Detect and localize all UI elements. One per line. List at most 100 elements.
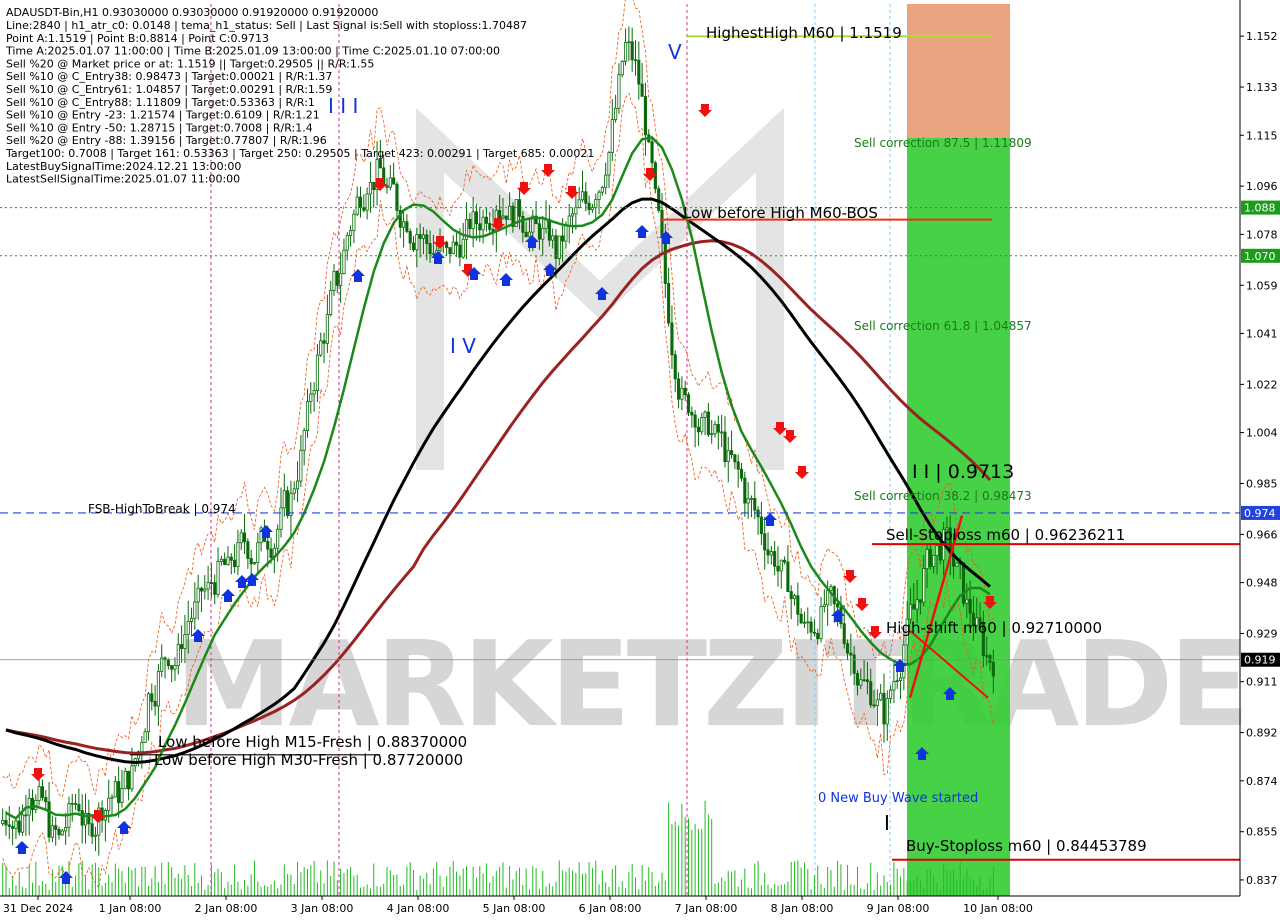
candle-body: [229, 556, 233, 561]
candle-body: [117, 781, 121, 804]
candle-body: [822, 604, 826, 607]
candle-body: [875, 699, 879, 706]
candle-body: [166, 659, 170, 667]
candle-body: [325, 314, 329, 344]
candle-body: [610, 119, 614, 153]
candle-body: [180, 644, 184, 650]
candle-body: [213, 582, 217, 595]
candle-body: [276, 528, 280, 549]
price-tick-label: 0.837: [1246, 874, 1278, 887]
candle-body: [282, 490, 286, 509]
time-tick-label: 31 Dec 2024: [3, 902, 73, 915]
candle-body: [295, 480, 300, 490]
sell-correction-zone: [907, 138, 1010, 896]
price-tick-label: 1.059: [1246, 279, 1278, 292]
candle-body: [802, 621, 807, 624]
candle-body: [938, 545, 942, 561]
info-line: Point A:1.1519 | Point B:0.8814 | Point …: [6, 32, 269, 45]
candle-body: [726, 450, 730, 462]
info-line: Sell %10 @ Entry -23: 1.21574 | Target:0…: [6, 109, 320, 122]
candle-body: [242, 532, 247, 543]
time-tick-label: 2 Jan 08:00: [195, 902, 258, 915]
candle-body: [468, 218, 472, 230]
candle-body: [186, 621, 190, 635]
price-tick-label: 0.892: [1246, 727, 1278, 740]
candle-body: [44, 797, 48, 803]
candle-body: [219, 558, 223, 562]
candle-body: [614, 108, 618, 120]
candle-body: [826, 590, 830, 606]
candle-body: [110, 796, 114, 799]
info-line: Line:2840 | h1_atr_c0: 0.0148 | tema_h1_…: [6, 19, 527, 32]
candle-body: [789, 591, 793, 600]
candle-body: [584, 191, 588, 204]
candle-body: [504, 215, 508, 220]
candle-body: [332, 270, 336, 291]
candle-body: [643, 95, 647, 136]
point-c-label: I I | 0.9713: [912, 461, 1014, 483]
info-line: Sell %20 @ Market price or at: 1.1519 ||…: [6, 57, 374, 70]
candle-body: [421, 234, 426, 239]
candle-body: [885, 698, 889, 725]
candle-body: [37, 786, 41, 801]
candle-body: [597, 191, 601, 200]
candle-body: [792, 595, 797, 600]
candle-body: [965, 598, 969, 604]
candle-body: [74, 802, 78, 805]
candle-body: [236, 542, 240, 568]
info-line: Sell %10 @ C_Entry38: 0.98473 | Target:0…: [6, 70, 332, 83]
candle-body: [269, 548, 273, 558]
candle-body: [239, 532, 243, 544]
candle-body: [683, 387, 687, 396]
candle-body: [809, 621, 813, 633]
candle-body: [855, 673, 860, 686]
candle-body: [551, 235, 555, 241]
candle-body: [385, 185, 389, 188]
candle-body: [547, 218, 551, 241]
candle-body: [796, 595, 800, 615]
candle-body: [892, 681, 896, 691]
candle-body: [865, 679, 869, 683]
candle-body: [408, 231, 412, 244]
candle-body: [961, 562, 966, 604]
info-line: LatestBuySignalTime:2024.12.21 13:00:00: [6, 160, 241, 173]
candle-body: [146, 693, 151, 733]
sell-correction-zone-upper: [907, 4, 1010, 138]
candle-body: [696, 426, 701, 433]
candle-body: [749, 497, 754, 500]
info-line: Time A:2025.01.07 11:00:00 | Time B:2025…: [5, 45, 500, 58]
info-line: LatestSellSignalTime:2025.01.07 11:00:00: [6, 173, 240, 186]
candle-body: [345, 235, 349, 251]
candle-body: [776, 565, 780, 572]
wave-iii-label: I I I: [328, 94, 358, 118]
candle-body: [57, 829, 61, 836]
candle-body: [627, 41, 631, 44]
candle-body: [123, 770, 127, 789]
candle-body: [372, 181, 376, 190]
candle-body: [623, 42, 628, 62]
candle-body: [716, 424, 720, 433]
time-tick-label: 5 Jan 08:00: [483, 902, 546, 915]
candle-body: [769, 551, 773, 556]
candle-body: [140, 742, 144, 753]
candle-body: [1, 820, 5, 825]
wave-i-label: I: [884, 811, 890, 835]
candle-body: [395, 183, 399, 211]
candle-body: [541, 228, 545, 240]
candle-body: [329, 290, 333, 316]
candle-body: [120, 788, 124, 804]
candle-body: [203, 588, 207, 592]
candle-body: [620, 60, 624, 76]
info-line: Sell %10 @ C_Entry88: 1.11809 | Target:0…: [6, 96, 315, 109]
candle-body: [898, 677, 903, 681]
candle-body: [60, 830, 64, 836]
candle-body: [358, 196, 363, 209]
candle-body: [153, 701, 157, 707]
price-tick-label: 0.966: [1246, 528, 1278, 541]
candle-body: [156, 670, 160, 707]
low-before-high-label: Low before High M60-BOS: [683, 204, 878, 222]
sell-correction-382-label: Sell correction 38.2 | 0.98473: [854, 489, 1032, 503]
candle-body: [206, 582, 210, 590]
candle-body: [64, 827, 68, 832]
candle-body: [335, 270, 339, 286]
